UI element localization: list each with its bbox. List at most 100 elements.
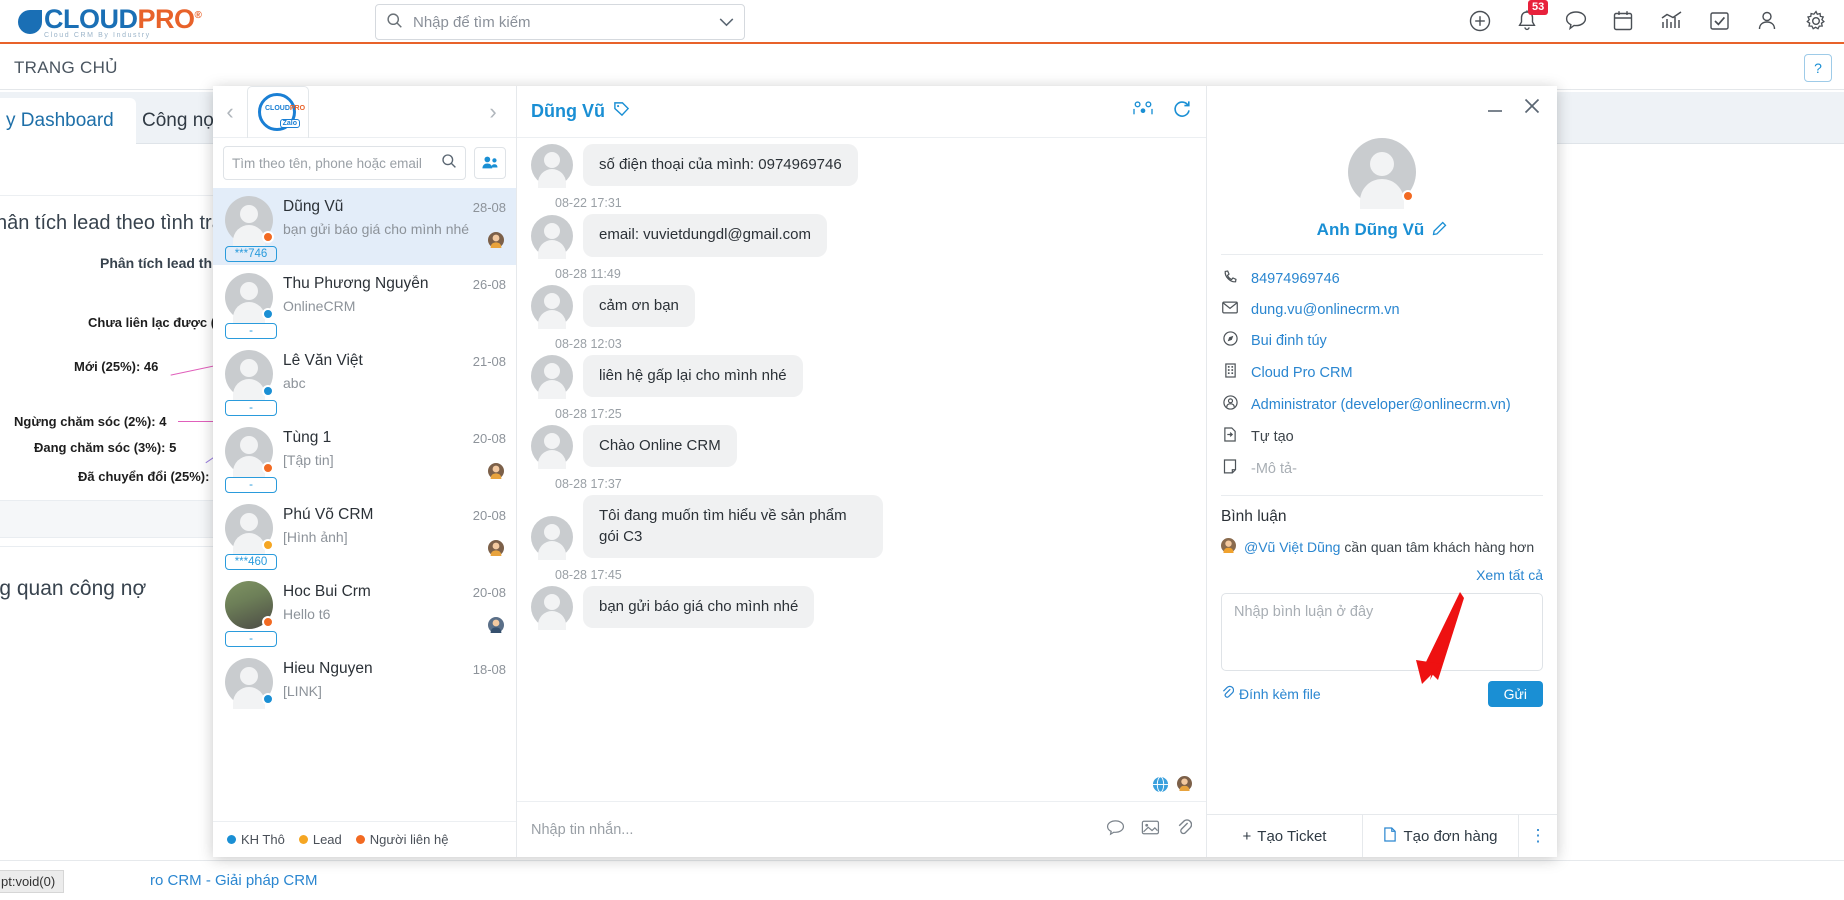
agent-avatar-icon bbox=[1177, 776, 1192, 797]
detail-field-source: Tự tạo bbox=[1221, 427, 1557, 446]
detail-field-value[interactable]: Administrator (developer@onlinecrm.vn) bbox=[1251, 397, 1511, 413]
comment-mention[interactable]: @Vũ Việt Dũng bbox=[1244, 539, 1340, 555]
contact-tag[interactable]: - bbox=[225, 477, 277, 493]
legend-label: Người liên hệ bbox=[369, 832, 449, 847]
attachment-icon[interactable] bbox=[1176, 818, 1193, 841]
contact-tag[interactable]: - bbox=[225, 400, 277, 416]
image-icon[interactable] bbox=[1141, 819, 1160, 841]
chevron-down-icon[interactable] bbox=[719, 14, 734, 31]
contact-list-item[interactable]: Phú Võ CRM [Hình ảnh] 20-08 ***460 bbox=[213, 496, 516, 573]
refresh-icon[interactable] bbox=[1172, 99, 1192, 125]
breadcrumb-bar: TRANG CHỦ ? bbox=[0, 46, 1844, 90]
quick-reply-icon[interactable] bbox=[1106, 819, 1125, 841]
contact-list-item[interactable]: Hieu Nguyen [LINK] 18-08 bbox=[213, 650, 516, 727]
tab-my-dashboard[interactable]: y Dashboard bbox=[0, 98, 136, 144]
detail-field-value[interactable]: 84974969746 bbox=[1251, 271, 1340, 287]
contact-agent-avatar-icon bbox=[488, 540, 504, 556]
contact-list-item[interactable]: Thu Phương Nguyễn OnlineCRM 26-08 - bbox=[213, 265, 516, 342]
avatar bbox=[531, 425, 573, 470]
minimize-icon[interactable] bbox=[1485, 98, 1505, 120]
browser-status-tooltip: pt:void(0) bbox=[0, 870, 65, 893]
message-composer[interactable]: Nhập tin nhắn... bbox=[517, 801, 1206, 857]
detail-field-value[interactable]: dung.vu@onlinecrm.vn bbox=[1251, 302, 1400, 318]
analytics-chart-icon[interactable] bbox=[1660, 9, 1686, 35]
contact-preview: Hello t6 bbox=[283, 606, 331, 622]
close-icon[interactable] bbox=[1523, 97, 1541, 121]
detail-field-owner[interactable]: Administrator (developer@onlinecrm.vn) bbox=[1221, 395, 1557, 414]
send-comment-button[interactable]: Gửi bbox=[1487, 681, 1543, 707]
zalo-channel-tab[interactable]: CLOUDPRO Zalo bbox=[247, 85, 309, 138]
message-list[interactable]: số điện thoại của mình: 0974969746 08-22… bbox=[517, 138, 1206, 801]
footer-link[interactable]: ro CRM - Giải pháp CRM bbox=[150, 872, 318, 889]
contact-search-input[interactable]: Tìm theo tên, phone hoặc email bbox=[223, 146, 466, 180]
message-timestamp: 08-28 17:37 bbox=[555, 477, 622, 492]
zalo-badge-label: Zalo bbox=[279, 119, 300, 128]
contact-list-item[interactable]: Lê Văn Việt abc 21-08 - bbox=[213, 342, 516, 419]
detail-field-value[interactable]: Cloud Pro CRM bbox=[1251, 365, 1353, 381]
app-logo[interactable]: CLOUDPRO® Cloud CRM By Industry bbox=[18, 4, 208, 42]
contact-date: 21-08 bbox=[472, 354, 506, 369]
pencil-edit-icon[interactable] bbox=[1432, 221, 1447, 239]
attach-file-button[interactable]: Đính kèm file bbox=[1221, 685, 1321, 703]
detail-field-description[interactable]: -Mô tả- bbox=[1221, 459, 1557, 478]
logo-registered-mark: ® bbox=[194, 10, 202, 21]
contact-date: 20-08 bbox=[472, 508, 506, 523]
comment-item: @Vũ Việt Dũng cần quan tâm khách hàng hơ… bbox=[1221, 538, 1543, 559]
create-ticket-label: Tạo Ticket bbox=[1257, 827, 1327, 845]
message-bubble: email: vuvietdungdl@gmail.com bbox=[583, 214, 827, 257]
search-icon[interactable] bbox=[441, 153, 457, 173]
group-contacts-icon[interactable] bbox=[474, 147, 506, 179]
avatar bbox=[225, 504, 274, 555]
contact-list-item[interactable]: Hoc Bui Crm Hello t6 20-08 - bbox=[213, 573, 516, 650]
contact-tag[interactable]: ***460 bbox=[225, 554, 277, 570]
prev-channel-arrow-icon[interactable]: ‹ bbox=[213, 99, 247, 125]
detail-window-controls bbox=[1207, 86, 1557, 132]
legend-item-kh-tho: KH Thô bbox=[227, 832, 285, 847]
contact-list[interactable]: Dũng Vũ bạn gửi báo giá cho mình nhé 28-… bbox=[213, 188, 516, 821]
detail-field-address[interactable]: Bui đinh túy bbox=[1221, 331, 1557, 350]
help-icon[interactable]: ? bbox=[1804, 54, 1832, 82]
contact-list-item[interactable]: Tùng 1 [Tập tin] 20-08 - bbox=[213, 419, 516, 496]
chat-bubble-icon[interactable] bbox=[1564, 9, 1590, 35]
detail-field-company[interactable]: Cloud Pro CRM bbox=[1221, 363, 1557, 382]
contact-list-item[interactable]: Dũng Vũ bạn gửi báo giá cho mình nhé 28-… bbox=[213, 188, 516, 265]
settings-gear-icon[interactable] bbox=[1804, 9, 1830, 35]
conversation-title[interactable]: Dũng Vũ bbox=[531, 101, 605, 122]
detail-field-phone[interactable]: 84974969746 bbox=[1221, 269, 1557, 288]
add-circle-icon[interactable] bbox=[1468, 9, 1494, 35]
message-timestamp: 08-28 12:03 bbox=[555, 336, 622, 351]
global-search-box[interactable]: Nhập để tìm kiếm bbox=[375, 4, 745, 40]
next-channel-arrow-icon[interactable]: › bbox=[476, 99, 510, 125]
notification-bell-icon[interactable]: 53 bbox=[1516, 0, 1549, 35]
user-account-icon[interactable] bbox=[1756, 9, 1782, 35]
detail-field-list: 84974969746 dung.vu@onlinecrm.vn Bui đin… bbox=[1207, 255, 1557, 491]
detail-action-bar: + Tạo Ticket Tạo đơn hàng ⋮ bbox=[1207, 814, 1557, 857]
detail-field-email[interactable]: dung.vu@onlinecrm.vn bbox=[1221, 301, 1557, 318]
calendar-icon[interactable] bbox=[1612, 9, 1638, 35]
paperclip-icon bbox=[1221, 685, 1235, 703]
global-search-input[interactable]: Nhập để tìm kiếm bbox=[413, 14, 719, 31]
message-input[interactable]: Nhập tin nhắn... bbox=[531, 822, 1090, 838]
tag-icon[interactable] bbox=[613, 101, 630, 122]
assign-agent-icon[interactable] bbox=[1132, 99, 1154, 125]
task-checkbox-icon[interactable] bbox=[1708, 9, 1734, 35]
detail-contact-name[interactable]: Anh Dũng Vũ bbox=[1317, 220, 1425, 240]
contact-tag[interactable]: ***746 bbox=[225, 246, 277, 262]
breadcrumb[interactable]: TRANG CHỦ bbox=[14, 58, 118, 78]
detail-field-value: -Mô tả- bbox=[1251, 460, 1297, 477]
more-vertical-icon[interactable]: ⋮ bbox=[1519, 815, 1557, 857]
detail-field-value: Tự tạo bbox=[1251, 428, 1294, 445]
contact-tag[interactable]: - bbox=[225, 631, 277, 647]
create-ticket-button[interactable]: + Tạo Ticket bbox=[1207, 815, 1363, 857]
logo-pro-text: PRO bbox=[137, 4, 196, 34]
avatar bbox=[225, 350, 274, 401]
contact-preview: abc bbox=[283, 375, 306, 391]
create-order-button[interactable]: Tạo đơn hàng bbox=[1363, 815, 1519, 857]
detail-field-value[interactable]: Bui đinh túy bbox=[1251, 333, 1327, 349]
compass-icon bbox=[1221, 331, 1239, 350]
see-all-comments-link[interactable]: Xem tất cả bbox=[1221, 567, 1543, 583]
note-icon bbox=[1221, 459, 1239, 478]
comment-input[interactable]: Nhập bình luận ở đây bbox=[1221, 593, 1543, 671]
message-bubble: liên hệ gấp lại cho mình nhé bbox=[583, 354, 803, 397]
contact-tag[interactable]: - bbox=[225, 323, 277, 339]
